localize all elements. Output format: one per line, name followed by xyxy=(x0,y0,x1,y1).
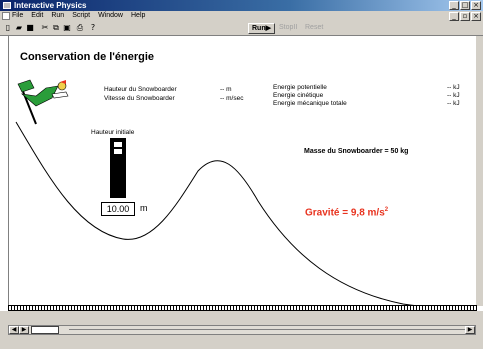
doc-restore-icon[interactable]: ▫ xyxy=(460,12,470,21)
readout-value-height: -- m xyxy=(220,86,232,93)
step-icon[interactable]: ▶ xyxy=(19,326,29,334)
initial-height-slider[interactable] xyxy=(110,138,126,198)
print-icon[interactable]: ⎙ xyxy=(75,23,85,33)
doc-close-icon[interactable]: × xyxy=(471,12,481,21)
save-icon[interactable]: ■ xyxy=(25,23,35,33)
canvas-divider[interactable] xyxy=(8,305,477,311)
readout-label-kinetic: Energie cinétique xyxy=(273,92,324,99)
scroll-left-icon[interactable]: ◀ xyxy=(9,326,19,334)
page-title: Conservation de l'énergie xyxy=(20,51,155,63)
app-icon xyxy=(3,2,11,9)
menu-help[interactable]: Help xyxy=(131,11,145,21)
help-icon[interactable]: ? xyxy=(88,23,98,33)
mass-label: Masse du Snowboarder = 50 kg xyxy=(304,148,409,155)
timeline-track[interactable] xyxy=(69,329,465,330)
initial-height-unit: m xyxy=(140,203,148,213)
readout-value-kinetic: -- kJ xyxy=(447,92,460,99)
close-icon[interactable]: × xyxy=(471,1,481,10)
ski-slope xyxy=(15,79,475,308)
minimize-icon[interactable]: _ xyxy=(449,1,459,10)
readout-label-speed: Vitesse du Snowboarder xyxy=(104,95,175,102)
readout-value-total: -- kJ xyxy=(447,100,460,107)
new-file-icon[interactable]: ▯ xyxy=(3,23,13,33)
readout-value-speed: -- m/sec xyxy=(220,95,244,102)
toolbar: ▯ ▰ ■ ✂ ⧉ ▣ ⎙ ? Run▶ StopII Reset xyxy=(0,21,483,36)
menu-window[interactable]: Window xyxy=(98,11,123,21)
reset-button[interactable]: Reset xyxy=(302,23,326,34)
maximize-icon[interactable]: □ xyxy=(460,1,470,10)
doc-minimize-icon[interactable]: _ xyxy=(449,12,459,21)
run-button[interactable]: Run▶ xyxy=(248,23,275,34)
title-bar[interactable]: Interactive Physics _ □ × xyxy=(0,0,483,11)
menu-script[interactable]: Script xyxy=(72,11,90,21)
initial-height-label: Hauteur initiale xyxy=(91,129,135,136)
paste-icon[interactable]: ▣ xyxy=(62,23,72,33)
stop-button[interactable]: StopII xyxy=(276,23,300,34)
menu-bar: File Edit Run Script Window Help _ ▫ × xyxy=(0,11,483,21)
readout-label-potential: Energie potentielle xyxy=(273,84,327,91)
window-title: Interactive Physics xyxy=(14,1,87,10)
copy-icon[interactable]: ⧉ xyxy=(51,23,61,33)
scroll-right-icon[interactable]: ▶ xyxy=(465,326,475,334)
vertical-scrollbar[interactable] xyxy=(476,36,483,306)
menu-edit[interactable]: Edit xyxy=(31,11,43,21)
readout-label-total: Energie mécanique totale xyxy=(273,100,347,107)
menu-file[interactable]: File xyxy=(12,11,23,21)
initial-height-input[interactable]: 10.00 xyxy=(101,202,135,216)
document-controls: _ ▫ × xyxy=(449,12,481,21)
snowboarder-icon[interactable] xyxy=(17,79,69,125)
open-folder-icon[interactable]: ▰ xyxy=(14,23,24,33)
menu-items: File Edit Run Script Window Help xyxy=(12,11,145,21)
cut-icon[interactable]: ✂ xyxy=(40,23,50,33)
gravity-label: Gravité = 9,8 m/s2 xyxy=(305,207,388,218)
scroll-thumb[interactable] xyxy=(31,326,59,334)
gravity-text: Gravité = 9,8 m/s xyxy=(305,207,385,219)
horizontal-scrollbar[interactable]: ◀ ▶ ▶ xyxy=(8,325,476,335)
window-controls: _ □ × xyxy=(449,1,481,10)
document-icon[interactable] xyxy=(2,12,10,20)
readout-value-potential: -- kJ xyxy=(447,84,460,91)
gravity-exponent: 2 xyxy=(384,207,389,213)
menu-run[interactable]: Run xyxy=(51,11,64,21)
slider-thumb[interactable] xyxy=(113,147,123,149)
readout-label-height: Hauteur du Snowboarder xyxy=(104,86,177,93)
